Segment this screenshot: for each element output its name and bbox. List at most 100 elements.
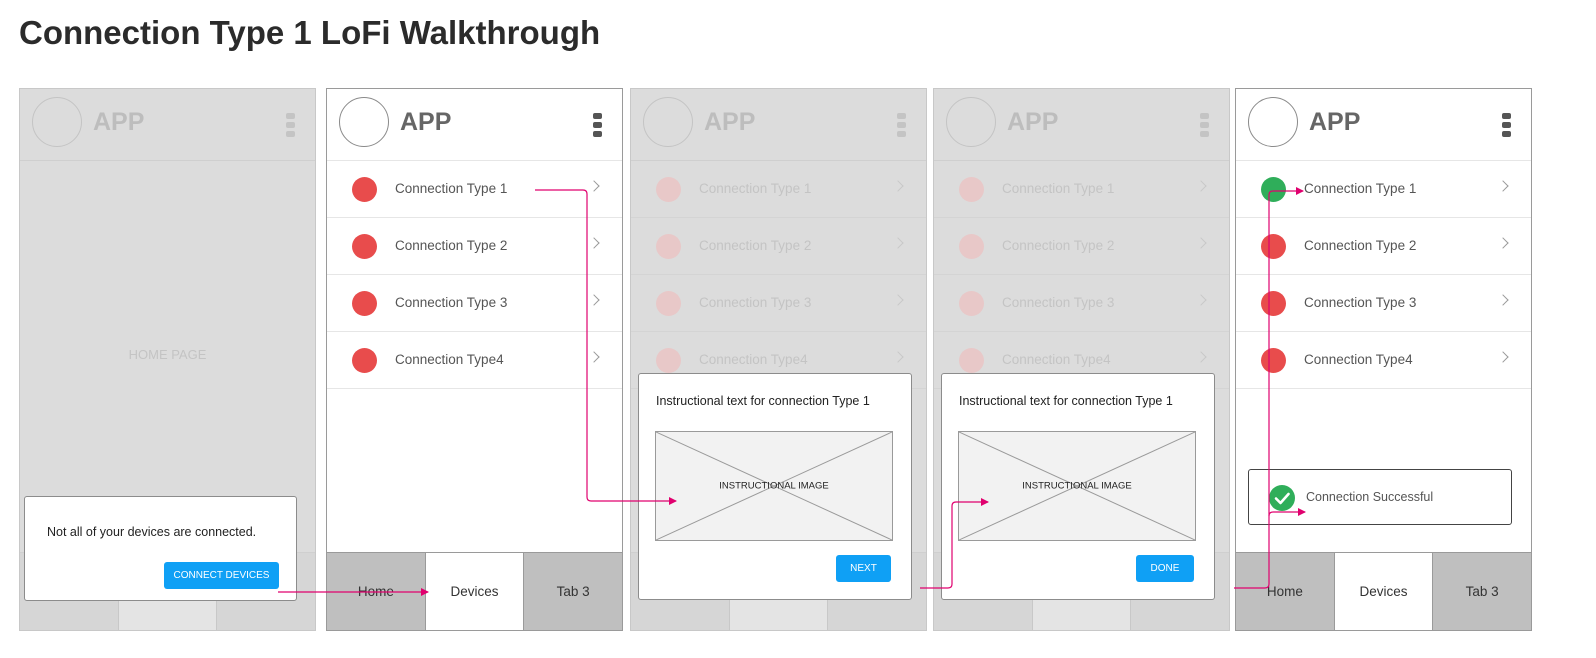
connection-label: Connection Type 3 <box>1002 295 1115 310</box>
done-button[interactable]: DONE <box>1136 555 1194 582</box>
tab-3[interactable]: Tab 3 <box>1433 553 1531 630</box>
connection-row[interactable]: Connection Type 3 <box>1236 275 1531 332</box>
connection-row[interactable]: Connection Type 3 <box>631 275 926 332</box>
status-dot-icon <box>352 177 377 202</box>
connection-label: Connection Type4 <box>1002 352 1111 367</box>
avatar <box>1248 97 1298 147</box>
tab-home[interactable]: Home <box>327 553 426 630</box>
app-name: APP <box>400 108 452 136</box>
kebab-menu-icon[interactable] <box>593 113 602 139</box>
status-dot-icon <box>1261 291 1286 316</box>
connection-label: Connection Type4 <box>1304 352 1413 367</box>
chevron-right-icon <box>1195 237 1207 249</box>
kebab-menu-icon[interactable] <box>897 113 906 139</box>
connect-prompt-modal: Not all of your devices are connected. C… <box>24 496 297 601</box>
connection-row[interactable]: Connection Type 2 <box>631 218 926 275</box>
status-dot-icon <box>656 291 681 316</box>
app-header: APP <box>1236 89 1531 161</box>
status-dot-icon <box>352 348 377 373</box>
connection-label: Connection Type 2 <box>395 238 508 253</box>
status-dot-icon <box>959 348 984 373</box>
chevron-right-icon <box>1497 351 1509 363</box>
chevron-right-icon <box>892 237 904 249</box>
tab-devices[interactable]: Devices <box>425 553 525 630</box>
kebab-menu-icon[interactable] <box>1200 113 1209 139</box>
connection-row[interactable]: Connection Type 3 <box>327 275 622 332</box>
screen-devices-success: APP Connection Type 1 Connection Type 2 … <box>1235 88 1532 631</box>
instruction-modal: Instructional text for connection Type 1… <box>638 373 912 600</box>
connection-label: Connection Type 3 <box>395 295 508 310</box>
instruction-text: Instructional text for connection Type 1 <box>656 394 870 408</box>
kebab-menu-icon[interactable] <box>286 113 295 139</box>
app-header: APP <box>934 89 1229 161</box>
chevron-right-icon <box>1497 180 1509 192</box>
tab-home[interactable]: Home <box>1236 553 1335 630</box>
chevron-right-icon <box>1195 180 1207 192</box>
chevron-right-icon <box>892 180 904 192</box>
connection-label: Connection Type 3 <box>1304 295 1417 310</box>
connection-row[interactable]: Connection Type 3 <box>934 275 1229 332</box>
connection-list: Connection Type 1 Connection Type 2 Conn… <box>934 161 1229 389</box>
chevron-right-icon <box>588 237 600 249</box>
connection-label: Connection Type4 <box>699 352 808 367</box>
status-dot-icon <box>959 177 984 202</box>
connection-label: Connection Type 3 <box>699 295 812 310</box>
tab-3[interactable]: Tab 3 <box>524 553 622 630</box>
connection-row[interactable]: Connection Type 1 <box>934 161 1229 218</box>
connection-row[interactable]: Connection Type4 <box>1236 332 1531 389</box>
connection-row[interactable]: Connection Type 1 <box>1236 161 1531 218</box>
chevron-right-icon <box>588 351 600 363</box>
app-name: APP <box>704 108 756 136</box>
tab-devices[interactable]: Devices <box>1334 553 1434 630</box>
connection-row[interactable]: Connection Type 1 <box>327 161 622 218</box>
connection-label: Connection Type 1 <box>699 181 812 196</box>
status-dot-icon <box>959 234 984 259</box>
instructional-image: INSTRUCTIONAL IMAGE <box>655 431 893 541</box>
instruction-text: Instructional text for connection Type 1 <box>959 394 1173 408</box>
app-name: APP <box>1007 108 1059 136</box>
status-dot-icon <box>352 234 377 259</box>
app-header: APP <box>20 89 315 161</box>
instructional-image-label: INSTRUCTIONAL IMAGE <box>719 480 829 492</box>
tab-bar: Home Devices Tab 3 <box>1236 552 1531 630</box>
home-page-placeholder: HOME PAGE <box>128 347 207 362</box>
connection-label: Connection Type 2 <box>1304 238 1417 253</box>
status-dot-icon <box>352 291 377 316</box>
check-circle-icon <box>1269 485 1295 511</box>
connection-label: Connection Type 2 <box>699 238 812 253</box>
connection-label: Connection Type 1 <box>1002 181 1115 196</box>
status-dot-icon <box>1261 348 1286 373</box>
status-dot-icon <box>959 291 984 316</box>
connection-row[interactable]: Connection Type 2 <box>1236 218 1531 275</box>
app-name: APP <box>1309 108 1361 136</box>
screen-home: APP HOME PAGE Not all of your devices ar… <box>19 88 316 631</box>
page-title: Connection Type 1 LoFi Walkthrough <box>19 14 601 51</box>
status-dot-icon <box>1261 234 1286 259</box>
app-header: APP <box>327 89 622 161</box>
connection-label: Connection Type 1 <box>1304 181 1417 196</box>
connection-row[interactable]: Connection Type 1 <box>631 161 926 218</box>
success-toast-label: Connection Successful <box>1306 490 1434 504</box>
chevron-right-icon <box>588 180 600 192</box>
connection-label: Connection Type 2 <box>1002 238 1115 253</box>
app-header: APP <box>631 89 926 161</box>
connect-devices-button[interactable]: CONNECT DEVICES <box>164 562 279 589</box>
avatar <box>339 97 389 147</box>
connection-list: Connection Type 1 Connection Type 2 Conn… <box>327 161 622 389</box>
status-dot-icon <box>656 177 681 202</box>
connection-label: Connection Type 1 <box>395 181 508 196</box>
avatar <box>946 97 996 147</box>
app-name: APP <box>93 108 145 136</box>
connection-row[interactable]: Connection Type 2 <box>934 218 1229 275</box>
success-toast: Connection Successful <box>1248 469 1512 525</box>
next-button[interactable]: NEXT <box>836 555 891 582</box>
chevron-right-icon <box>1195 294 1207 306</box>
status-dot-connected-icon <box>1261 177 1286 202</box>
chevron-right-icon <box>1195 351 1207 363</box>
status-dot-icon <box>656 234 681 259</box>
connection-row[interactable]: Connection Type4 <box>327 332 622 389</box>
avatar <box>643 97 693 147</box>
connection-row[interactable]: Connection Type 2 <box>327 218 622 275</box>
tab-bar: Home Devices Tab 3 <box>327 552 622 630</box>
kebab-menu-icon[interactable] <box>1502 113 1511 139</box>
